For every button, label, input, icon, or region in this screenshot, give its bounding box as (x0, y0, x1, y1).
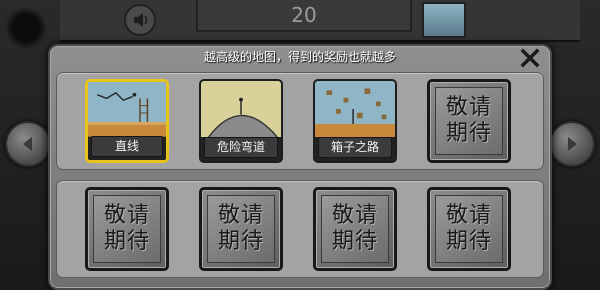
level-label: 箱子之路 (318, 137, 392, 158)
previous-page-button[interactable] (5, 121, 51, 167)
level-preview-image (88, 82, 166, 137)
dialog-title: 越高级的地图，得到的奖励也就越多 (203, 50, 396, 64)
level-card-dangerous-curve[interactable]: 危险弯道 (199, 79, 283, 163)
chevron-left-icon (23, 137, 32, 151)
map-select-dialog: 越高级的地图，得到的奖励也就越多 直线 危险弯道 箱子之路 敬请期待 敬请期待 … (48, 44, 552, 290)
level-card-straight[interactable]: 直线 (85, 79, 169, 163)
coming-soon-label: 敬请期待 (217, 203, 264, 254)
close-button[interactable] (518, 46, 542, 70)
level-preview-image (315, 81, 395, 137)
map-row-2: 敬请期待 敬请期待 敬请期待 敬请期待 (56, 180, 544, 278)
coming-soon-label: 敬请期待 (445, 95, 492, 146)
close-icon (520, 48, 540, 68)
locked-level-card: 敬请期待 (199, 187, 283, 271)
locked-level-card: 敬请期待 (427, 79, 511, 163)
map-row-1: 直线 危险弯道 箱子之路 敬请期待 (56, 72, 544, 170)
locked-level-card: 敬请期待 (85, 187, 169, 271)
level-label: 直线 (91, 136, 163, 157)
level-card-box-road[interactable]: 箱子之路 (313, 79, 397, 163)
next-page-button[interactable] (549, 121, 595, 167)
score-display: 20 (196, 0, 412, 32)
coming-soon-label: 敬请期待 (445, 203, 492, 254)
coming-soon-label: 敬请期待 (331, 203, 378, 254)
level-label: 危险弯道 (204, 137, 278, 158)
ink-splat (2, 4, 50, 52)
chevron-right-icon (568, 137, 577, 151)
level-preview-image (201, 81, 281, 137)
locked-level-card: 敬请期待 (427, 187, 511, 271)
locked-level-card: 敬请期待 (313, 187, 397, 271)
map-thumbnail (422, 2, 466, 38)
coming-soon-label: 敬请期待 (103, 203, 150, 254)
sound-icon (124, 4, 156, 36)
